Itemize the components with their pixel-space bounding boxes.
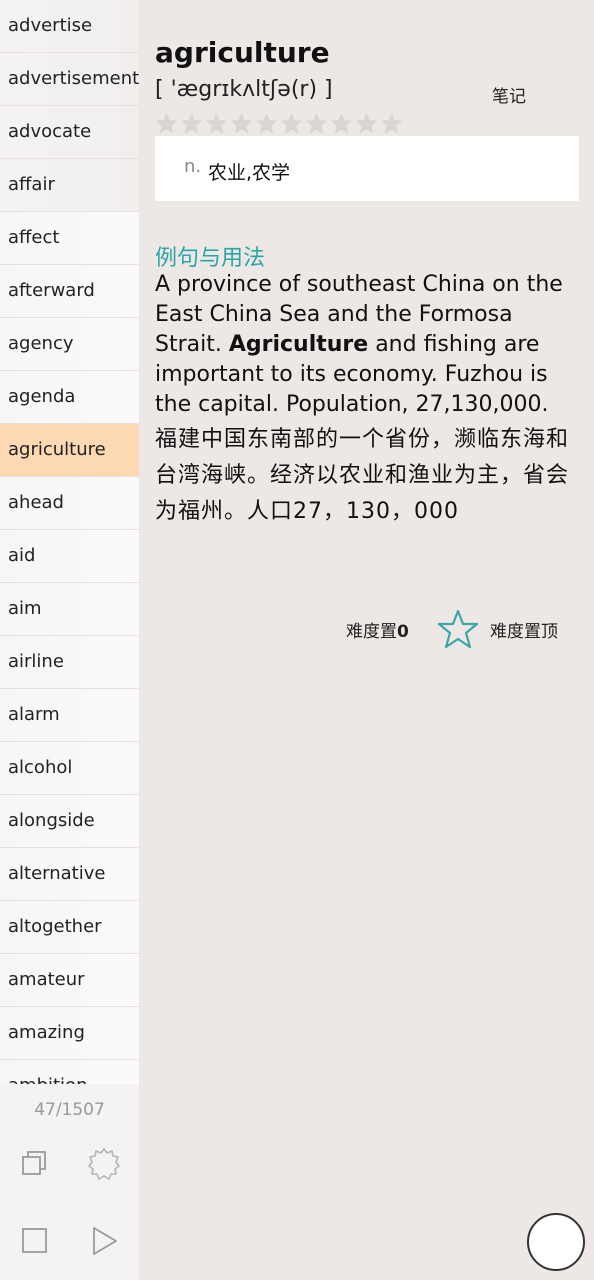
word-counter: 47/1507 [34,1100,105,1120]
difficulty-value: 0 [397,622,409,642]
part-of-speech: n. [184,156,202,177]
difficulty-reset-button[interactable]: 难度置0 [346,617,409,642]
example-sentence-zh: 福建中国东南部的一个省份，濒临东海和台湾海峡。经济以农业和渔业为主，省会为福州。… [155,427,570,524]
word-list-item[interactable]: advertisement [0,53,139,106]
examples-title: 例句与用法 [155,246,266,271]
rating-star-icon[interactable] [230,112,253,135]
phonetic: [ 'ægrɪkʌltʃə(r) ] [155,77,333,102]
word-list-item[interactable]: amazing [0,1007,139,1060]
word-list-item[interactable]: alongside [0,795,139,848]
word-list-item[interactable]: alternative [0,848,139,901]
example-en-keyword: Agriculture [228,332,369,357]
stop-icon [22,1228,47,1253]
word-list-item[interactable]: agriculture [0,424,139,477]
headword: agriculture [155,36,330,69]
star-outline-icon [437,609,479,649]
word-list-item[interactable]: airline [0,636,139,689]
word-list-item[interactable]: aid [0,530,139,583]
rating-star-icon[interactable] [280,112,303,135]
word-list-item[interactable]: ahead [0,477,139,530]
settings-button[interactable] [87,1147,121,1181]
copy-icon [22,1151,46,1175]
rating-star-icon[interactable] [205,112,228,135]
word-list-item[interactable]: afterward [0,265,139,318]
word-list-item[interactable]: agency [0,318,139,371]
rating-star-icon[interactable] [255,112,278,135]
word-list-item[interactable]: agenda [0,371,139,424]
definition-box: n. 农业,农学 [155,136,579,201]
rating-star-icon[interactable] [180,112,203,135]
word-list-item[interactable]: advocate [0,106,139,159]
difficulty-label: 难度置 [346,622,397,642]
difficulty-top-button[interactable]: 难度置顶 [490,617,558,642]
word-list-item[interactable]: ambition [0,1060,139,1084]
stop-button[interactable] [21,1227,51,1257]
play-icon [93,1227,117,1255]
example-sentence-en: A province of southeast China on the Eas… [155,270,575,420]
word-list-item[interactable]: affair [0,159,139,212]
rating-star-icon[interactable] [305,112,328,135]
gear-icon [88,1148,120,1180]
word-list-item[interactable]: altogether [0,901,139,954]
word-list-item[interactable]: alarm [0,689,139,742]
word-list-item[interactable]: alcohol [0,742,139,795]
word-list-item[interactable]: aim [0,583,139,636]
word-list-item[interactable]: affect [0,212,139,265]
note-button[interactable]: 笔记 [492,82,526,107]
word-list-item[interactable]: advertise [0,0,139,53]
word-list[interactable]: advertise advertisement advocate affair affe… [0,0,139,1084]
rating-star-icon[interactable] [380,112,403,135]
rating-star-icon[interactable] [155,112,178,135]
copy-button[interactable] [20,1148,50,1178]
word-list-sidebar: advertise advertisement advocate affair affe… [0,0,139,1280]
word-list-item[interactable]: amateur [0,954,139,1007]
floating-round-button[interactable] [527,1213,585,1271]
rating-stars[interactable] [155,112,405,136]
favorite-star-button[interactable] [437,608,479,650]
definition-text: 农业,农学 [208,162,291,184]
rating-star-icon[interactable] [355,112,378,135]
play-button[interactable] [90,1226,120,1256]
rating-star-icon[interactable] [330,112,353,135]
